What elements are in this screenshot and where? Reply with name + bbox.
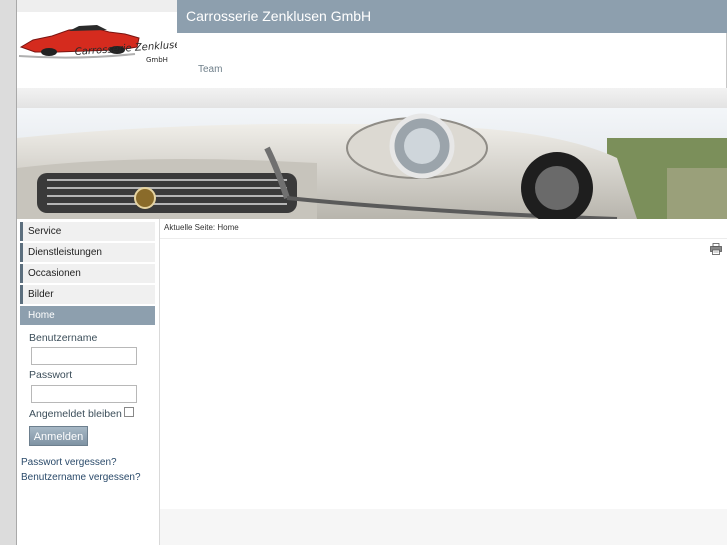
site-logo[interactable]: Carrosserie Zenklusen GmbH (17, 12, 187, 88)
content-footer-band (160, 509, 727, 545)
sidebar-item-home[interactable]: Home (20, 306, 155, 325)
banner-image (17, 108, 727, 219)
username-input[interactable] (31, 347, 137, 365)
site-title: Carrosserie Zenklusen GmbH (186, 8, 372, 24)
sidebar-item-label: Occasionen (28, 268, 81, 279)
left-gutter (0, 0, 17, 545)
sidebar-item-occasionen[interactable]: Occasionen (20, 264, 155, 283)
team-link[interactable]: Team (198, 64, 222, 75)
sidebar-item-label: Service (28, 226, 62, 237)
breadcrumb-divider (160, 238, 727, 239)
username-label: Benutzername (29, 332, 98, 344)
password-input[interactable] (31, 385, 137, 403)
car-logo-icon: Carrosserie Zenklusen GmbH (18, 25, 187, 64)
sidebar-item-dienstleistungen[interactable]: Dienstleistungen (20, 243, 155, 262)
remember-checkbox[interactable] (124, 407, 134, 417)
sidebar-item-label: Dienstleistungen (28, 247, 102, 258)
classic-car-photo (17, 108, 727, 219)
login-button[interactable]: Anmelden (29, 426, 88, 446)
header-divider-band (17, 88, 727, 108)
password-label: Passwort (29, 369, 73, 381)
header-nav: Team (177, 33, 727, 88)
login-button-label: Anmelden (33, 431, 84, 443)
sidebar: Service Dienstleistungen Occasionen Bild… (17, 219, 160, 545)
main-content: Aktuelle Seite: Home (160, 219, 727, 545)
sidebar-item-service[interactable]: Service (20, 222, 155, 241)
forgot-username-link[interactable]: Benutzername vergessen? (21, 472, 141, 483)
forgot-password-link[interactable]: Passwort vergessen? (21, 457, 117, 468)
print-icon[interactable] (710, 243, 722, 255)
sidebar-item-bilder[interactable]: Bilder (20, 285, 155, 304)
remember-label: Angemeldet bleiben (29, 408, 122, 420)
site-title-bar: Carrosserie Zenklusen GmbH (177, 0, 727, 33)
sidebar-item-label: Bilder (28, 289, 54, 300)
logo-text-sub: GmbH (146, 56, 168, 64)
sidebar-item-label: Home (28, 310, 55, 321)
breadcrumb: Aktuelle Seite: Home (164, 223, 239, 232)
